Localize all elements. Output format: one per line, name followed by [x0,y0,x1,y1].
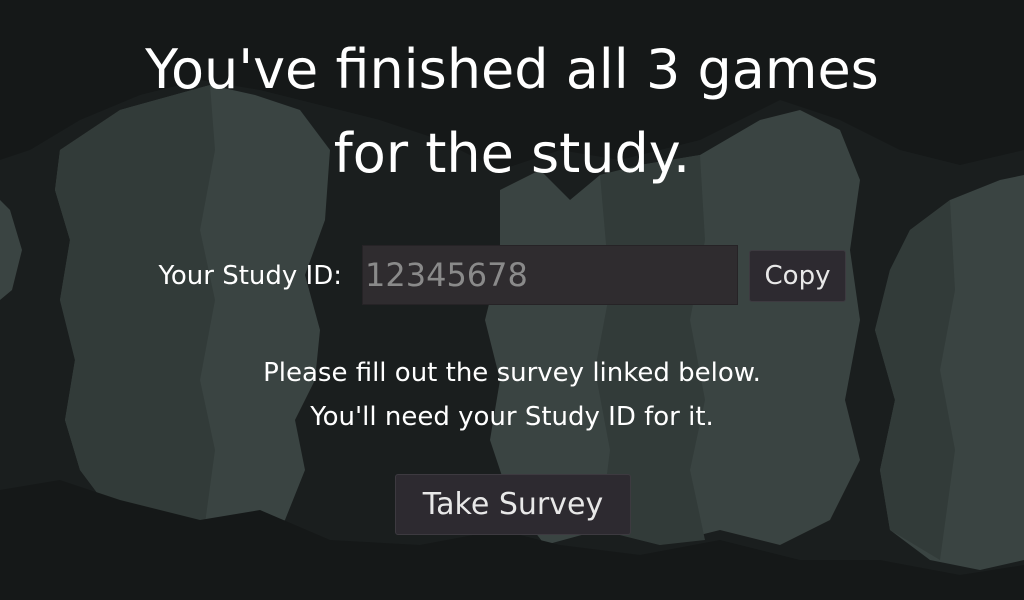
instructions-line2: You'll need your Study ID for it. [310,402,714,432]
study-id-label: Your Study ID: [158,261,342,291]
take-survey-button[interactable]: Take Survey [395,474,631,535]
copy-button[interactable]: Copy [749,250,846,302]
study-id-field[interactable] [362,245,738,305]
completion-title-line1: You've finished all 3 games [145,38,879,101]
instructions-line1: Please fill out the survey linked below. [263,358,761,388]
completion-title-line2: for the study. [333,122,691,185]
completion-title: You've finished all 3 games for the stud… [0,28,1024,196]
survey-instructions: Please fill out the survey linked below.… [0,351,1024,439]
